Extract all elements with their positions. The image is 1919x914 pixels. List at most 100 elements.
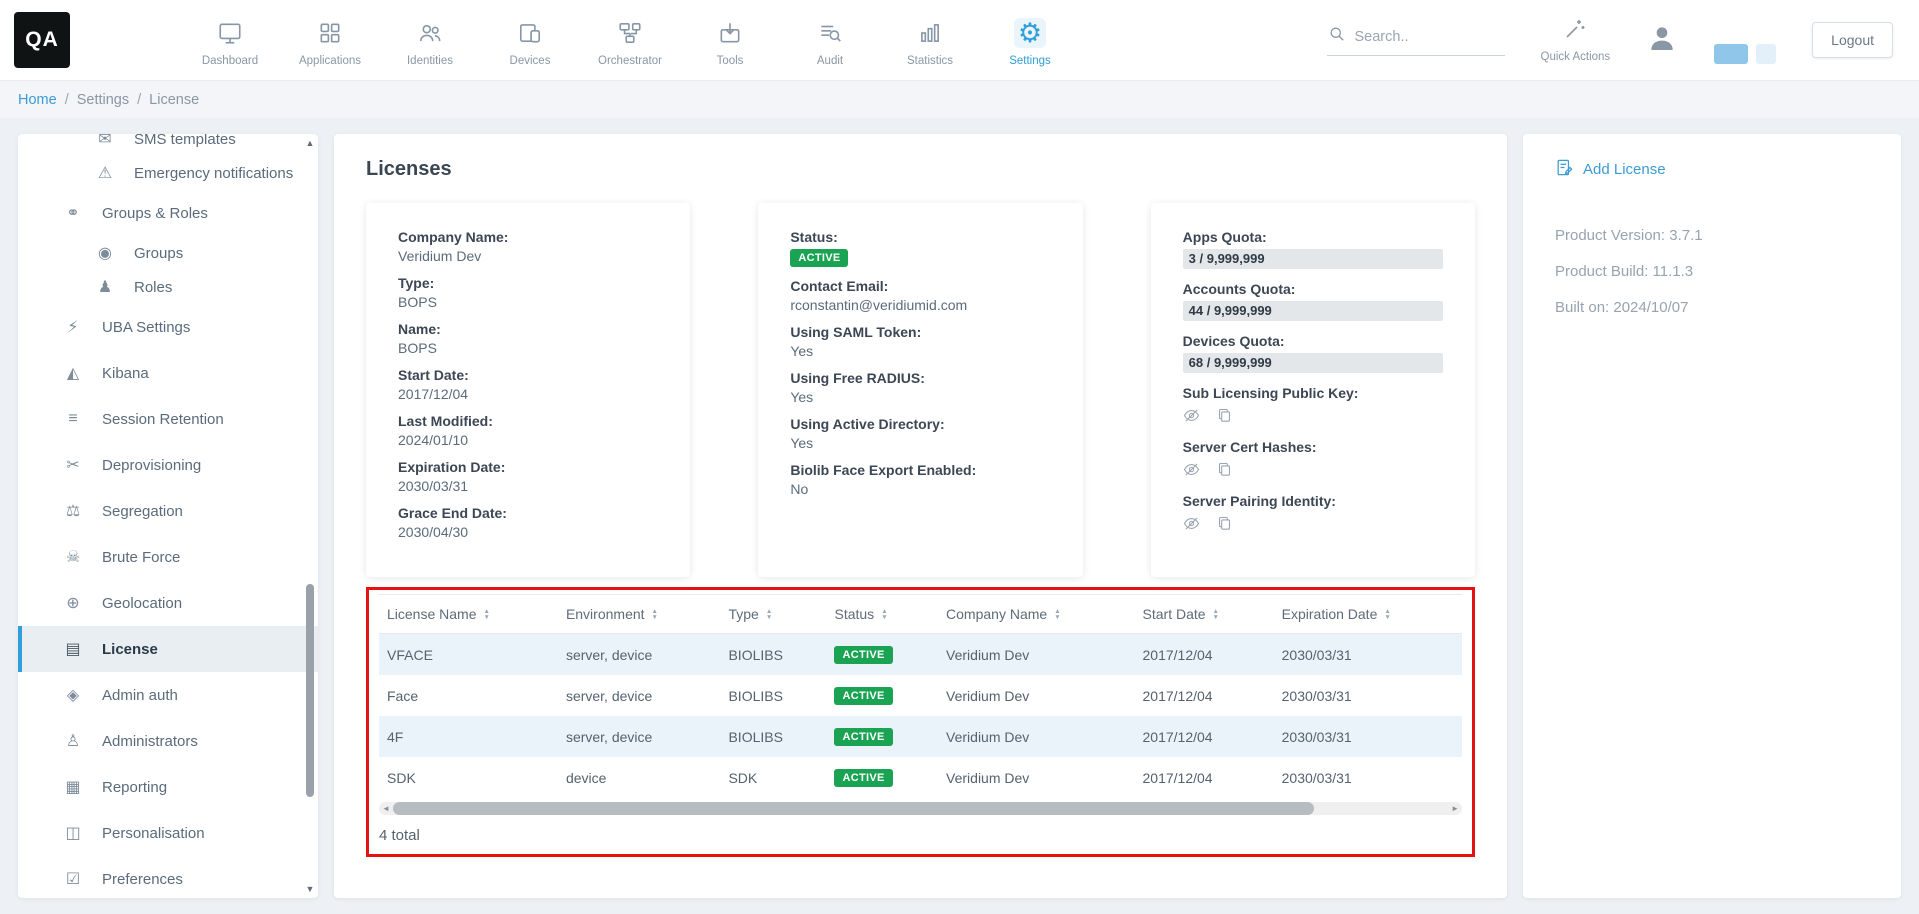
groups-icon: ◉ [94, 243, 116, 263]
table-row[interactable]: SDK device SDK ACTIVE Veridium Dev 2017/… [379, 757, 1462, 798]
sidebar-item-roles[interactable]: ♟Roles [18, 270, 318, 304]
column-license-name[interactable]: License Name▲▼ [379, 595, 558, 634]
emergency-notifications-icon: ⚠ [94, 163, 116, 183]
orchestrator-icon [617, 18, 643, 48]
sort-icon[interactable]: ▲▼ [881, 609, 887, 622]
nav-label: Applications [299, 55, 361, 67]
sidebar-item-brute-force[interactable]: ☠Brute Force [18, 534, 318, 580]
nav-orchestrator[interactable]: Orchestrator [580, 14, 680, 67]
sidebar-item-sms-templates[interactable]: ✉SMS templates [18, 134, 318, 156]
license-details-card: Company Name:Veridium Dev Type:BOPS Name… [366, 203, 690, 577]
table-row[interactable]: VFACE server, device BIOLIBS ACTIVE Veri… [379, 634, 1462, 676]
license-info-cards: Company Name:Veridium Dev Type:BOPS Name… [366, 203, 1475, 577]
breadcrumb-settings[interactable]: Settings [77, 92, 129, 108]
column-status[interactable]: Status▲▼ [826, 595, 938, 634]
copy-icon[interactable] [1216, 515, 1233, 537]
status-badge: ACTIVE [834, 687, 892, 705]
sidebar-item-segregation[interactable]: ⚖Segregation [18, 488, 318, 534]
sidebar-item-groups-roles[interactable]: ⚭Groups & Roles [18, 190, 318, 236]
nav-label: Tools [717, 55, 744, 67]
session-retention-icon: ≡ [62, 410, 84, 428]
nav-devices[interactable]: Devices [480, 14, 580, 67]
sidebar-item-administrators[interactable]: ♙Administrators [18, 718, 318, 764]
logout-button[interactable]: Logout [1812, 22, 1893, 58]
segregation-icon: ⚖ [62, 501, 84, 521]
content-area: ✉SMS templates ⚠Emergency notifications … [0, 118, 1919, 914]
field-label: Using SAML Token: [790, 324, 1050, 340]
copy-icon[interactable] [1216, 407, 1233, 429]
user-avatar-icon[interactable] [1646, 22, 1678, 59]
sidebar-item-session-retention[interactable]: ≡Session Retention [18, 396, 318, 442]
sidebar-item-uba-settings[interactable]: ⚡UBA Settings [18, 304, 318, 350]
accounts-quota-bar: 44 / 9,999,999 [1183, 301, 1443, 321]
sidebar-item-groups[interactable]: ◉Groups [18, 236, 318, 270]
sidebar-item-personalisation[interactable]: ◫Personalisation [18, 810, 318, 856]
applications-icon [317, 18, 343, 48]
column-start-date[interactable]: Start Date▲▼ [1135, 595, 1274, 634]
annotation-highlight: License Name▲▼ Environment▲▼ Type▲▼ Stat… [366, 587, 1475, 857]
deprovisioning-icon: ✂ [62, 455, 84, 475]
dashboard-icon [217, 18, 243, 48]
sidebar-item-preferences[interactable]: ☑Preferences [18, 856, 318, 898]
sidebar-scrollbar[interactable]: ▲ ▼ [302, 134, 318, 898]
nav-applications[interactable]: Applications [280, 14, 380, 67]
eye-off-icon[interactable] [1183, 515, 1200, 537]
field-value: Yes [790, 343, 1050, 359]
eye-off-icon[interactable] [1183, 461, 1200, 483]
sidebar-item-admin-auth[interactable]: ◈Admin auth [18, 672, 318, 718]
copy-icon[interactable] [1216, 461, 1233, 483]
quick-actions-label: Quick Actions [1541, 51, 1611, 63]
sidebar-item-deprovisioning[interactable]: ✂Deprovisioning [18, 442, 318, 488]
field-label: Name: [398, 321, 658, 337]
sort-icon[interactable]: ▲▼ [1213, 609, 1219, 622]
kibana-icon: ◭ [62, 363, 84, 383]
nav-tools[interactable]: Tools [680, 14, 780, 67]
nav-label: Devices [510, 55, 551, 67]
sidebar-item-kibana[interactable]: ◭Kibana [18, 350, 318, 396]
table-horizontal-scrollbar[interactable]: ◄ ► [379, 802, 1462, 815]
field-label: Contact Email: [790, 278, 1050, 294]
personalisation-icon: ◫ [62, 823, 84, 843]
table-row[interactable]: 4F server, device BIOLIBS ACTIVE Veridiu… [379, 716, 1462, 757]
add-license-button[interactable]: Add License [1555, 158, 1869, 181]
sidebar-item-geolocation[interactable]: ⊕Geolocation [18, 580, 318, 626]
column-type[interactable]: Type▲▼ [720, 595, 826, 634]
sort-icon[interactable]: ▲▼ [652, 609, 658, 622]
eye-off-icon[interactable] [1183, 407, 1200, 429]
scroll-right-icon[interactable]: ► [1451, 802, 1459, 815]
field-value: BOPS [398, 340, 658, 356]
column-company-name[interactable]: Company Name▲▼ [938, 595, 1134, 634]
nav-identities[interactable]: Identities [380, 14, 480, 67]
table-row[interactable]: Face server, device BIOLIBS ACTIVE Verid… [379, 675, 1462, 716]
devices-quota-bar: 68 / 9,999,999 [1183, 353, 1443, 373]
sort-icon[interactable]: ▲▼ [1054, 609, 1060, 622]
nav-label: Audit [817, 55, 843, 67]
nav-dashboard[interactable]: Dashboard [180, 14, 280, 67]
groups-roles-icon: ⚭ [62, 203, 84, 223]
column-expiration-date[interactable]: Expiration Date▲▼ [1274, 595, 1462, 634]
quick-actions-button[interactable]: Quick Actions [1541, 17, 1611, 63]
scroll-down-icon[interactable]: ▼ [302, 884, 318, 894]
status-badge: ACTIVE [834, 728, 892, 746]
column-environment[interactable]: Environment▲▼ [558, 595, 721, 634]
nav-statistics[interactable]: Statistics [880, 14, 980, 67]
nav-settings[interactable]: ⚙ Settings [980, 14, 1080, 67]
sidebar-scroll-thumb[interactable] [306, 584, 314, 797]
sidebar-item-license[interactable]: ▤License [18, 626, 318, 672]
scroll-left-icon[interactable]: ◄ [382, 802, 390, 815]
nav-label: Dashboard [202, 55, 258, 67]
search-input[interactable] [1355, 29, 1505, 45]
sort-icon[interactable]: ▲▼ [484, 609, 490, 622]
sidebar-item-reporting[interactable]: ▦Reporting [18, 764, 318, 810]
sort-icon[interactable]: ▲▼ [766, 609, 772, 622]
nav-label: Statistics [907, 55, 953, 67]
field-value: rconstantin@veridiumid.com [790, 297, 1050, 313]
table-scroll-thumb[interactable] [393, 802, 1314, 815]
nav-audit[interactable]: Audit [780, 14, 880, 67]
breadcrumb-home[interactable]: Home [18, 92, 57, 108]
sort-icon[interactable]: ▲▼ [1384, 609, 1390, 622]
quota-label: Apps Quota: [1183, 229, 1443, 245]
scroll-up-icon[interactable]: ▲ [302, 138, 318, 148]
sidebar-item-emergency-notifications[interactable]: ⚠Emergency notifications [18, 156, 318, 190]
apps-quota-bar: 3 / 9,999,999 [1183, 249, 1443, 269]
